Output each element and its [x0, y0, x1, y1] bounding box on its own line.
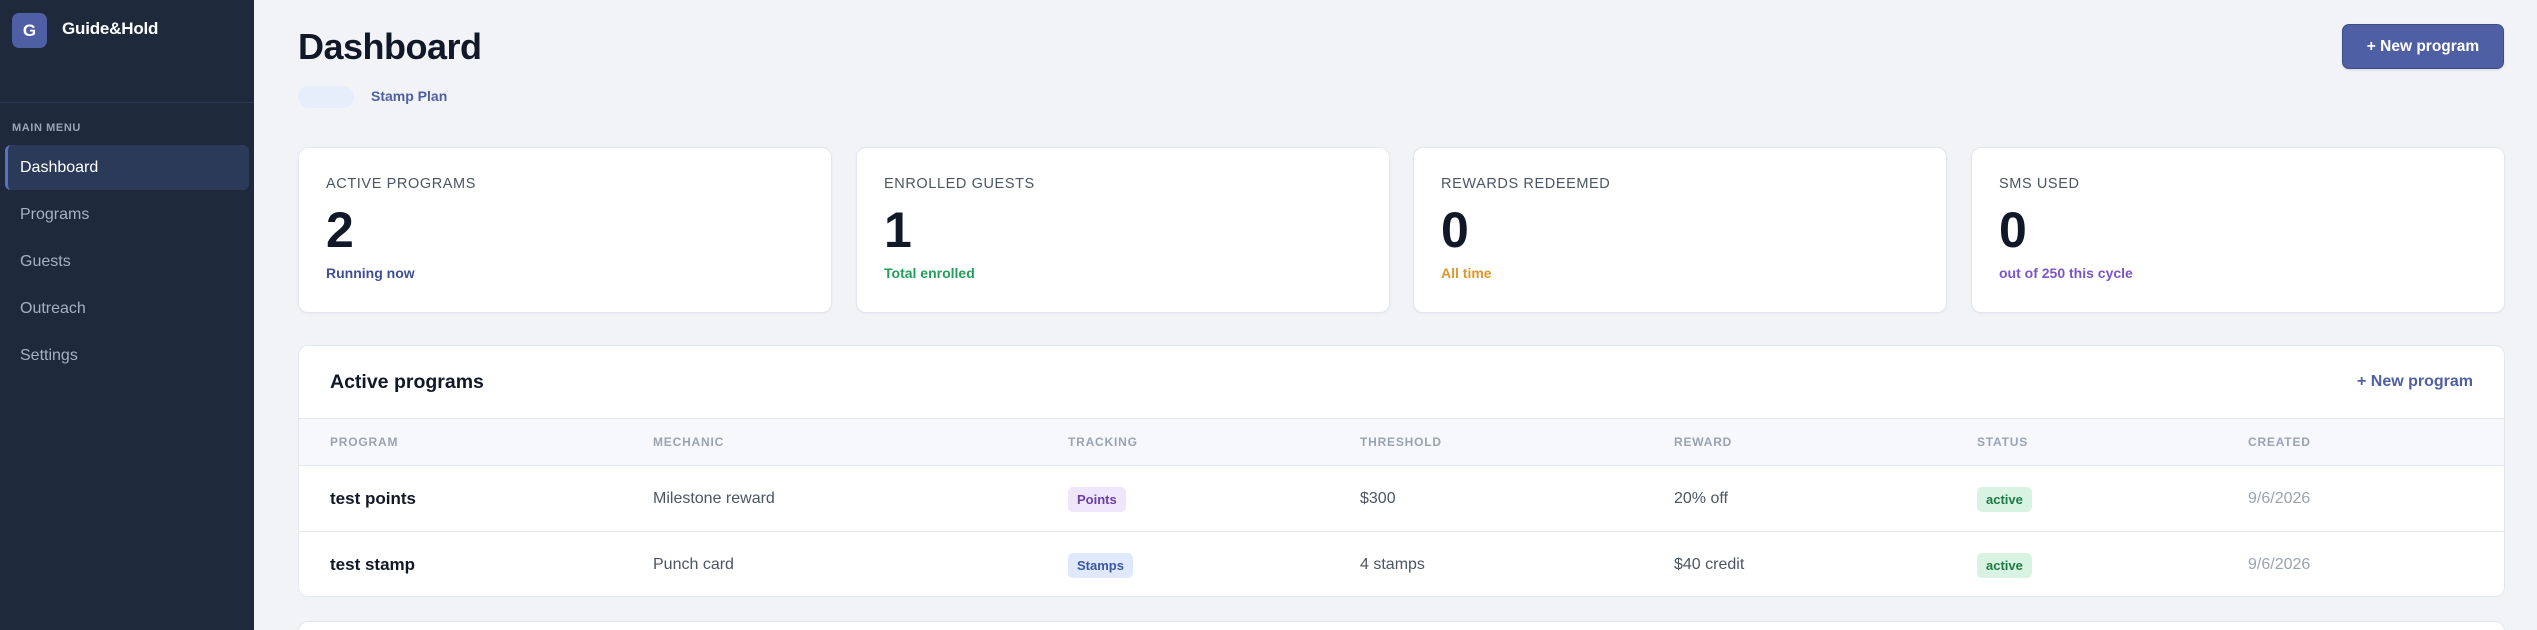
- sidebar-nav: Dashboard Programs Guests Outreach Setti…: [0, 145, 254, 378]
- tracking-badge: Points: [1068, 486, 1126, 512]
- status-cell: active: [1977, 532, 2032, 596]
- plan-badge: [298, 86, 354, 108]
- program-mechanic: Punch card: [653, 556, 734, 573]
- table-header: PROGRAM MECHANIC TRACKING THRESHOLD REWA…: [299, 419, 2504, 466]
- program-threshold: $300: [1360, 490, 1396, 507]
- program-threshold: 4 stamps: [1360, 556, 1425, 573]
- stat-label: ACTIVE PROGRAMS: [326, 176, 476, 192]
- stat-label: REWARDS REDEEMED: [1441, 176, 1611, 192]
- column-header-status[interactable]: STATUS: [1977, 435, 2028, 449]
- stat-label: SMS USED: [1999, 176, 2080, 192]
- stat-value: 1: [884, 202, 912, 258]
- secondary-panel: [298, 621, 2505, 630]
- page-title: Dashboard: [298, 26, 482, 67]
- program-created: 9/6/2026: [2248, 490, 2311, 507]
- program-mechanic: Milestone reward: [653, 490, 775, 507]
- menu-heading: MAIN MENU: [12, 122, 81, 134]
- stat-sub: out of 250 this cycle: [1999, 265, 2133, 281]
- brand-name: Guide&Hold: [62, 19, 159, 38]
- table-row[interactable]: test stamp Punch card Stamps 4 stamps $4…: [299, 532, 2504, 596]
- sidebar-item-programs[interactable]: Programs: [5, 192, 249, 237]
- stat-sub: Running now: [326, 265, 415, 281]
- sidebar-item-dashboard[interactable]: Dashboard: [5, 145, 249, 190]
- stat-sub: Total enrolled: [884, 265, 975, 281]
- stat-value: 0: [1441, 202, 1469, 258]
- sidebar: G Guide&Hold MAIN MENU Dashboard Program…: [0, 0, 254, 630]
- brand[interactable]: G Guide&Hold: [0, 0, 254, 103]
- program-reward: $40 credit: [1674, 556, 1745, 573]
- stat-card-enrolled-guests: ENROLLED GUESTS 1 Total enrolled: [856, 147, 1390, 313]
- column-header-threshold[interactable]: THRESHOLD: [1360, 435, 1442, 449]
- stat-card-active-programs: ACTIVE PROGRAMS 2 Running now: [298, 147, 832, 313]
- stat-value: 2: [326, 202, 354, 258]
- program-created: 9/6/2026: [2248, 556, 2311, 573]
- program-reward: 20% off: [1674, 490, 1728, 507]
- new-program-link[interactable]: + New program: [2357, 373, 2473, 391]
- stat-card-rewards-redeemed: REWARDS REDEEMED 0 All time: [1413, 147, 1947, 313]
- column-header-reward[interactable]: REWARD: [1674, 435, 1732, 449]
- stat-label: ENROLLED GUESTS: [884, 176, 1035, 192]
- tracking-cell: Stamps: [1068, 532, 1133, 596]
- panel-title: Active programs: [330, 370, 484, 393]
- stat-value: 0: [1999, 202, 2027, 258]
- stat-card-sms-used: SMS USED 0 out of 250 this cycle: [1971, 147, 2505, 313]
- table-row[interactable]: test points Milestone reward Points $300…: [299, 466, 2504, 532]
- program-name[interactable]: test stamp: [330, 532, 415, 596]
- status-badge: active: [1977, 486, 2032, 512]
- tracking-badge: Stamps: [1068, 552, 1133, 578]
- status-badge: active: [1977, 552, 2032, 578]
- sidebar-item-guests[interactable]: Guests: [5, 239, 249, 284]
- stat-sub: All time: [1441, 265, 1492, 281]
- column-header-program[interactable]: PROGRAM: [330, 435, 398, 449]
- brand-logo: G: [12, 13, 47, 48]
- plan-label[interactable]: Stamp Plan: [371, 88, 447, 104]
- tracking-cell: Points: [1068, 466, 1126, 532]
- new-program-button[interactable]: + New program: [2342, 24, 2504, 69]
- column-header-created[interactable]: CREATED: [2248, 435, 2311, 449]
- active-programs-panel: Active programs + New program PROGRAM ME…: [298, 345, 2505, 597]
- status-cell: active: [1977, 466, 2032, 532]
- sidebar-item-settings[interactable]: Settings: [5, 333, 249, 378]
- program-name[interactable]: test points: [330, 466, 416, 532]
- sidebar-item-outreach[interactable]: Outreach: [5, 286, 249, 331]
- column-header-mechanic[interactable]: MECHANIC: [653, 435, 724, 449]
- column-header-tracking[interactable]: TRACKING: [1068, 435, 1138, 449]
- panel-header: Active programs + New program: [299, 346, 2504, 419]
